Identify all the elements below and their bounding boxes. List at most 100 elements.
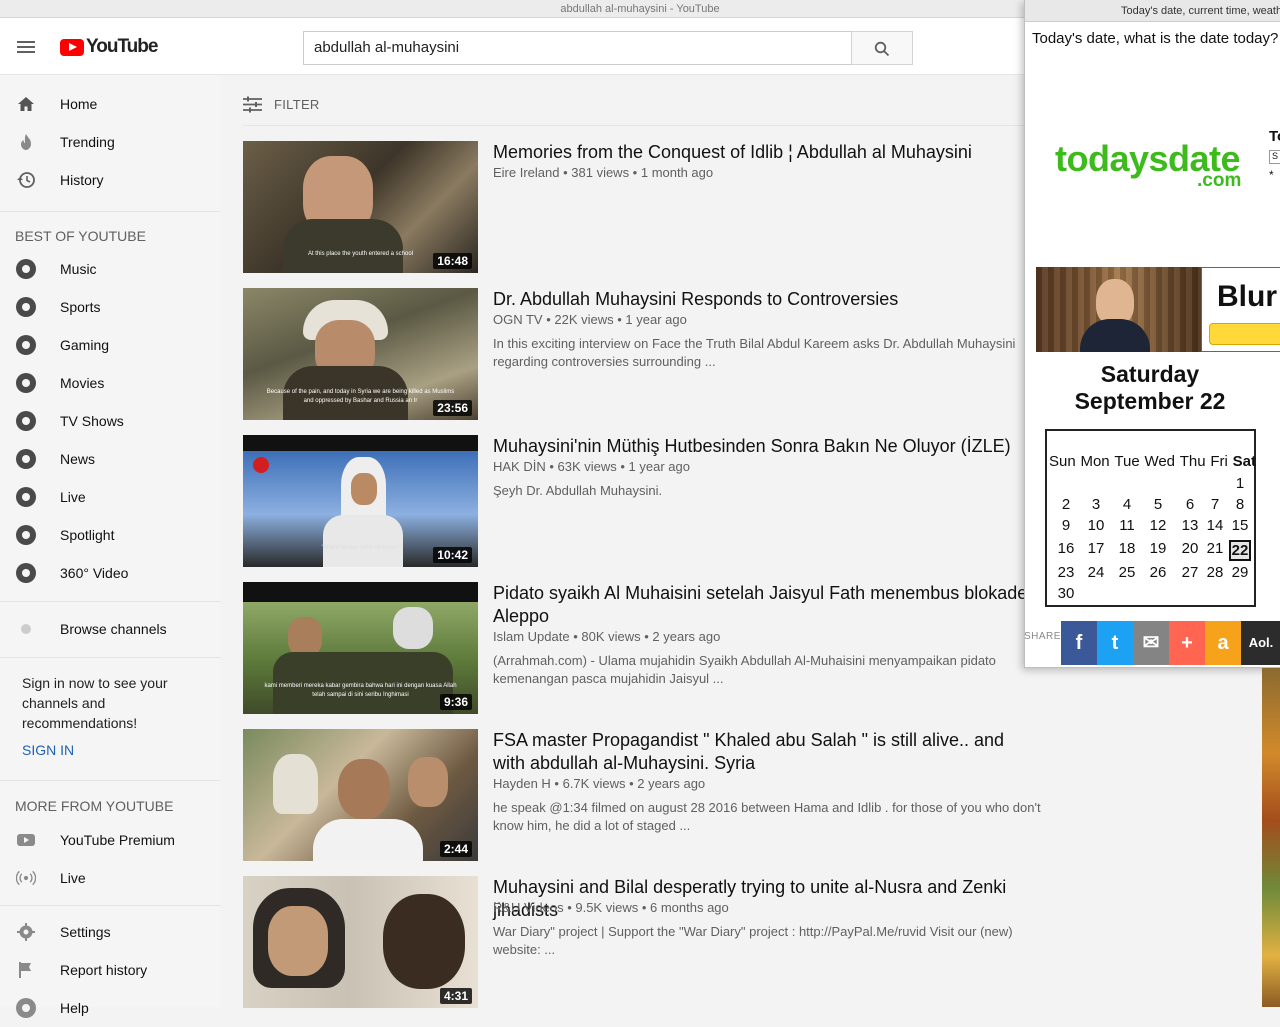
video-title[interactable]: Dr. Abdullah Muhaysini Responds to Contr…: [493, 288, 1033, 311]
sidebar-item-live-more[interactable]: Live: [0, 859, 220, 897]
sidebar-item-tv-shows[interactable]: TV Shows: [0, 402, 220, 440]
sidebar-item-help[interactable]: Help: [0, 989, 220, 1027]
calendar-day[interactable]: 24: [1085, 564, 1107, 581]
video-title[interactable]: Memories from the Conquest of Idlib ¦ Ab…: [493, 141, 1033, 164]
calendar-day[interactable]: 12: [1147, 517, 1169, 534]
calendar-day[interactable]: 10: [1085, 517, 1107, 534]
calendar-day[interactable]: 9: [1055, 517, 1077, 534]
calendar-day[interactable]: 1: [1229, 475, 1251, 492]
plus-circle-icon: [21, 624, 31, 634]
calendar-day[interactable]: 27: [1179, 564, 1201, 581]
ad-headline[interactable]: Blur: [1217, 280, 1277, 314]
calendar-day[interactable]: 20: [1179, 540, 1201, 557]
calendar-day[interactable]: 23: [1055, 564, 1077, 581]
search-result[interactable]: 2:44 FSA master Propagandist " Khaled ab…: [243, 729, 1041, 861]
sidebar-item-home[interactable]: Home: [0, 85, 220, 123]
sidebar-item-trending[interactable]: Trending: [0, 123, 220, 161]
sidebar-item-gaming[interactable]: Gaming: [0, 326, 220, 364]
video-title[interactable]: Muhaysini'nin Müthiş Hutbesinden Sonra B…: [493, 435, 1033, 458]
sidebar-item-report-history[interactable]: Report history: [0, 951, 220, 989]
video-title[interactable]: Muhaysini and Bilal desperatly trying to…: [493, 876, 1033, 922]
video-title[interactable]: FSA master Propagandist " Khaled abu Sal…: [493, 729, 1033, 775]
sidebar-item-label: Live: [60, 489, 86, 505]
channel-name[interactable]: Islam Update: [493, 629, 570, 644]
channel-logo-badge: [253, 457, 269, 473]
calendar-day[interactable]: 21: [1204, 540, 1226, 557]
sidebar-item-history[interactable]: History: [0, 161, 220, 199]
video-thumbnail[interactable]: 4:31: [243, 876, 478, 1008]
sidebar-item-sports[interactable]: Sports: [0, 288, 220, 326]
video-thumbnail[interactable]: Because of the pain, and today in Syria …: [243, 288, 478, 420]
sidebar-item-live[interactable]: Live: [0, 478, 220, 516]
side-select[interactable]: S: [1269, 150, 1280, 164]
calendar-day[interactable]: 19: [1147, 540, 1169, 557]
calendar-day[interactable]: 30: [1055, 585, 1077, 602]
search-result[interactable]: "Müminlerden şehit olmuştur" 10:42 Muhay…: [243, 435, 1024, 567]
video-meta: Islam Update • 80K views • 2 years ago: [493, 629, 721, 644]
sidebar-item-movies[interactable]: Movies: [0, 364, 220, 402]
video-description: he speak @1:34 filmed on august 28 2016 …: [493, 800, 1041, 833]
sidebar-item-360-video[interactable]: 360° Video: [0, 554, 220, 592]
video-thumbnail[interactable]: At this place the youth entered a school…: [243, 141, 478, 273]
email-share-button[interactable]: ✉: [1133, 621, 1169, 665]
calendar-day[interactable]: 16: [1055, 540, 1077, 557]
video-stats: 9.5K views • 6 months ago: [575, 900, 729, 915]
search-result[interactable]: At this place the youth entered a school…: [243, 141, 1024, 273]
calendar-day[interactable]: 25: [1116, 564, 1138, 581]
facebook-share-button[interactable]: f: [1061, 621, 1097, 665]
search-input[interactable]: abdullah al-muhaysini: [303, 31, 852, 65]
sidebar-item-news[interactable]: News: [0, 440, 220, 478]
aol-share-button[interactable]: Aol.: [1241, 621, 1280, 665]
video-thumbnail[interactable]: 2:44: [243, 729, 478, 861]
calendar-day[interactable]: 29: [1229, 564, 1251, 581]
search-result[interactable]: kami memberi mereka kabar gembira bahwa …: [243, 582, 1027, 714]
sidebar-item-settings[interactable]: Settings: [0, 913, 220, 951]
calendar-day[interactable]: 14: [1204, 517, 1226, 534]
todaysdate-popup-window[interactable]: Today's date, current time, weather Toda…: [1024, 0, 1280, 668]
channel-name[interactable]: HAK DİN: [493, 459, 546, 474]
calendar-day[interactable]: 4: [1116, 496, 1138, 513]
sidebar-item-youtube-premium[interactable]: YouTube Premium: [0, 821, 220, 859]
ad-image[interactable]: [1036, 267, 1202, 352]
twitter-share-button[interactable]: t: [1097, 621, 1133, 665]
calendar-day[interactable]: 11: [1116, 517, 1138, 534]
search-result[interactable]: Because of the pain, and today in Syria …: [243, 288, 1024, 420]
video-thumbnail[interactable]: kami memberi mereka kabar gembira bahwa …: [243, 582, 478, 714]
current-day-name: Saturday: [1100, 361, 1200, 387]
search-result[interactable]: 4:31 Muhaysini and Bilal desperatly tryi…: [243, 876, 1024, 1008]
sign-in-link[interactable]: SIGN IN: [22, 742, 74, 758]
calendar-day[interactable]: 2: [1055, 496, 1077, 513]
sidebar-item-spotlight[interactable]: Spotlight: [0, 516, 220, 554]
calendar-day[interactable]: 3: [1085, 496, 1107, 513]
video-stats: 80K views • 2 years ago: [581, 629, 721, 644]
channel-name[interactable]: Hayden H: [493, 776, 551, 791]
search-button[interactable]: [851, 31, 913, 65]
channel-name[interactable]: Eire Ireland: [493, 165, 559, 180]
calendar-day[interactable]: 15: [1229, 517, 1251, 534]
calendar-day[interactable]: 7: [1204, 496, 1226, 513]
popup-title-bar[interactable]: Today's date, current time, weather: [1025, 0, 1280, 22]
calendar-today[interactable]: 22: [1229, 540, 1251, 561]
sidebar-item-music[interactable]: Music: [0, 250, 220, 288]
more-share-button[interactable]: +: [1169, 621, 1205, 665]
calendar-day[interactable]: 18: [1116, 540, 1138, 557]
calendar-day[interactable]: 8: [1229, 496, 1251, 513]
calendar-day[interactable]: 17: [1085, 540, 1107, 557]
sidebar-item-browse-channels[interactable]: Browse channels: [0, 610, 220, 648]
channel-name[interactable]: R&U Videos: [493, 900, 564, 915]
video-thumbnail[interactable]: "Müminlerden şehit olmuştur" 10:42: [243, 435, 478, 567]
video-stats: 381 views • 1 month ago: [571, 165, 714, 180]
weekday-label: Tue: [1114, 453, 1140, 470]
video-title[interactable]: Pidato syaikh Al Muhaisini setelah Jaisy…: [493, 582, 1033, 628]
channel-name[interactable]: OGN TV: [493, 312, 543, 327]
youtube-logo[interactable]: YouTube: [60, 36, 158, 57]
calendar-day[interactable]: 6: [1179, 496, 1201, 513]
hamburger-menu-icon[interactable]: [17, 41, 35, 53]
filter-button[interactable]: FILTER: [243, 95, 320, 113]
amazon-share-button[interactable]: a: [1205, 621, 1241, 665]
calendar-day[interactable]: 28: [1204, 564, 1226, 581]
calendar-day[interactable]: 5: [1147, 496, 1169, 513]
calendar-day[interactable]: 13: [1179, 517, 1201, 534]
ad-button[interactable]: [1209, 323, 1280, 345]
calendar-day[interactable]: 26: [1147, 564, 1169, 581]
